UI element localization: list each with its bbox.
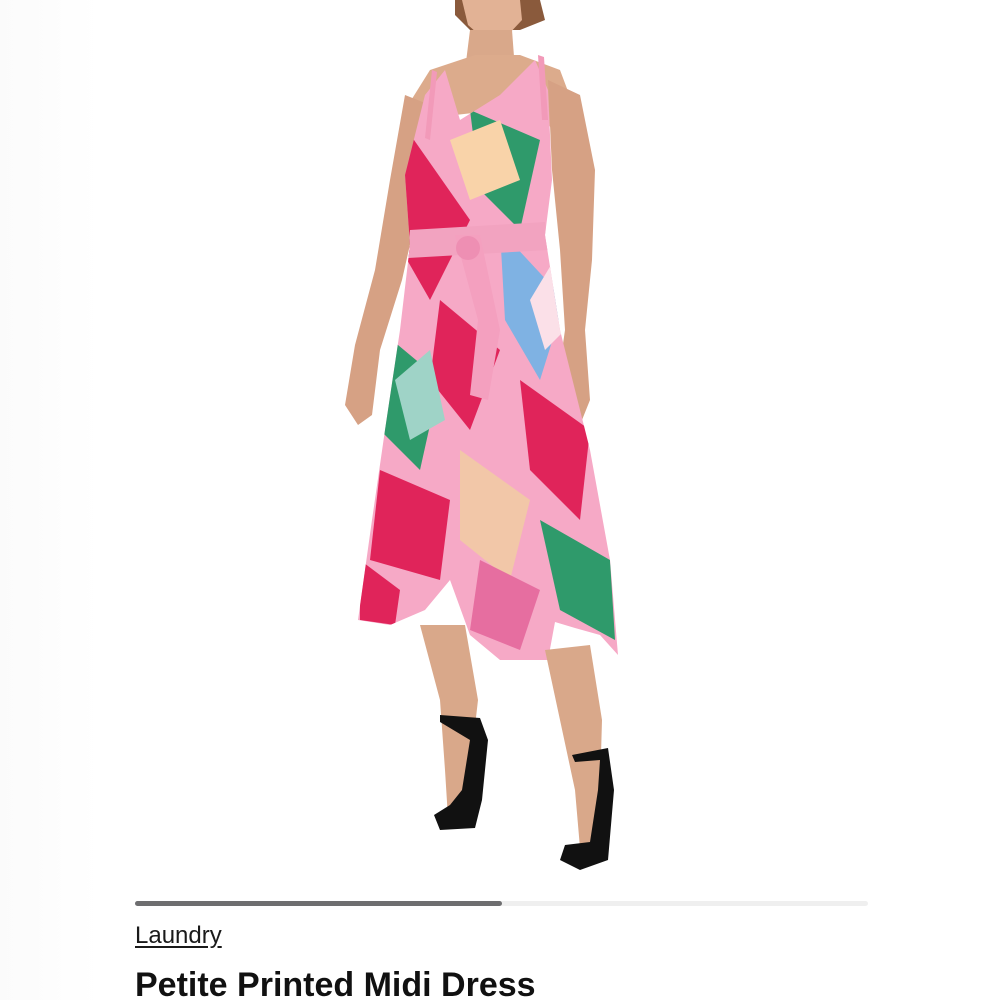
- left-edge-shade: [0, 0, 100, 1000]
- product-image[interactable]: [100, 0, 900, 885]
- brand-link[interactable]: Laundry: [135, 922, 222, 950]
- product-title: Petite Printed Midi Dress: [135, 966, 536, 1000]
- image-gallery-progress[interactable]: [135, 901, 868, 906]
- dress-model-illustration: [345, 0, 618, 870]
- belt-knot: [456, 236, 480, 260]
- product-page: Laundry Petite Printed Midi Dress: [0, 0, 1000, 1000]
- image-gallery-progress-fill: [135, 901, 502, 906]
- right-leg: [545, 645, 602, 848]
